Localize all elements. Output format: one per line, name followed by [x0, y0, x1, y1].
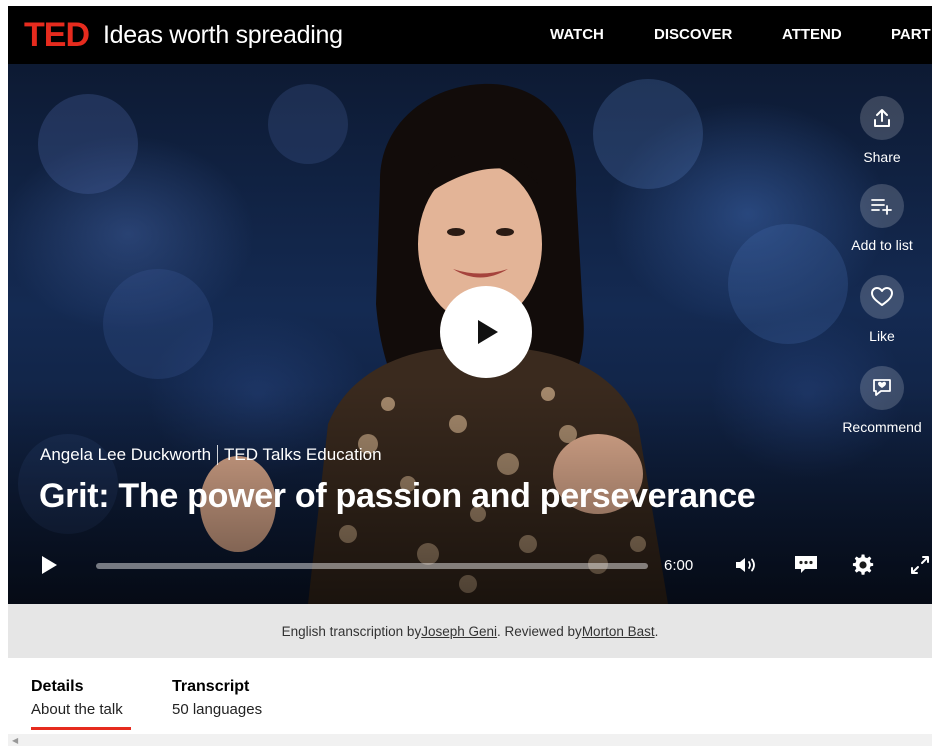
horizontal-scrollbar[interactable]: ◀ [8, 734, 932, 746]
speaker-name[interactable]: Angela Lee Duckworth [40, 445, 211, 465]
reviewer-link[interactable]: Morton Bast [582, 624, 655, 639]
byline-divider [217, 445, 219, 465]
player-controls: 6:00 [8, 544, 932, 584]
transcription-credits: English transcription by Joseph Geni . R… [8, 604, 932, 658]
settings-button[interactable] [851, 553, 875, 577]
video-player[interactable]: Share Add to list Like Recommend Angela … [8, 64, 932, 604]
video-duration: 6:00 [664, 557, 694, 574]
tab-details-subtitle: About the talk [31, 701, 123, 718]
tab-transcript[interactable]: Transcript 50 languages [172, 678, 262, 718]
heart-icon [871, 287, 893, 306]
fullscreen-icon [911, 556, 929, 574]
transcriber-link[interactable]: Joseph Geni [421, 624, 497, 639]
recommend-label: Recommend [842, 419, 922, 435]
video-side-actions: Share Add to list Like Recommend [832, 64, 932, 464]
active-tab-indicator [31, 727, 131, 730]
share-icon-circle [860, 96, 904, 140]
big-play-button[interactable] [440, 286, 532, 378]
seek-bar[interactable] [96, 563, 648, 569]
tab-transcript-subtitle: 50 languages [172, 701, 263, 718]
add-to-list-icon [871, 199, 892, 215]
add-to-list-icon-circle [860, 184, 904, 228]
share-label: Share [863, 149, 901, 165]
tab-details-title: Details [31, 678, 84, 695]
add-to-list-label: Add to list [851, 237, 913, 253]
talk-tabs: Details About the talk Transcript 50 lan… [8, 658, 932, 734]
nav-watch[interactable]: WATCH [550, 26, 604, 43]
tab-transcript-title: Transcript [172, 678, 250, 695]
fullscreen-button[interactable] [908, 553, 932, 577]
heart-icon-circle [860, 275, 904, 319]
main-nav: WATCH DISCOVER ATTEND PART [8, 6, 932, 64]
captions-icon [795, 556, 817, 573]
like-label: Like [869, 328, 895, 344]
volume-icon [736, 558, 755, 572]
recommend-icon [873, 379, 891, 396]
play-icon [42, 556, 57, 574]
nav-attend[interactable]: ATTEND [782, 26, 842, 43]
volume-button[interactable] [734, 554, 760, 576]
nav-participate[interactable]: PART [891, 26, 931, 43]
event-name[interactable]: TED Talks Education [224, 445, 381, 465]
gear-icon [852, 554, 874, 575]
recommend-button[interactable]: Recommend [832, 366, 932, 435]
like-button[interactable]: Like [832, 275, 932, 344]
credits-middle: . Reviewed by [497, 623, 582, 639]
credits-prefix: English transcription by [281, 623, 422, 639]
talk-title: Grit: The power of passion and persevera… [39, 477, 756, 515]
add-to-list-button[interactable]: Add to list [832, 184, 932, 253]
talk-byline: Angela Lee Duckworth TED Talks Education [40, 445, 382, 465]
play-pause-button[interactable] [38, 554, 60, 576]
share-button[interactable]: Share [832, 96, 932, 165]
scroll-left-arrow-icon[interactable]: ◀ [12, 736, 18, 745]
play-icon [478, 320, 498, 344]
site-header: TED Ideas worth spreading WATCH DISCOVER… [8, 6, 932, 64]
nav-discover[interactable]: DISCOVER [654, 26, 732, 43]
recommend-icon-circle [860, 366, 904, 410]
share-icon [874, 109, 890, 127]
captions-button[interactable] [792, 553, 820, 575]
credits-suffix: . [654, 623, 659, 639]
tab-details[interactable]: Details About the talk [31, 678, 123, 718]
